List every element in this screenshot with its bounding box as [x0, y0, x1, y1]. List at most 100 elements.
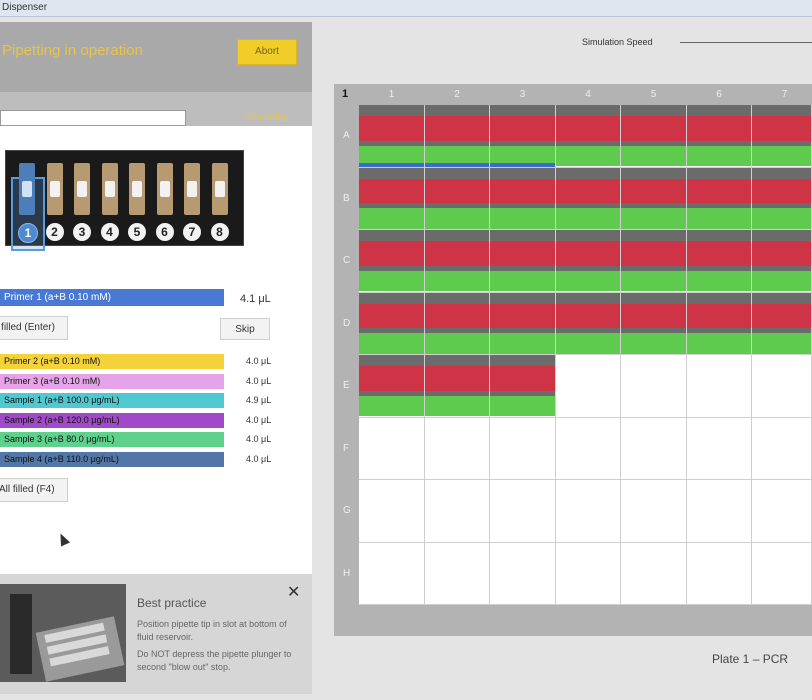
plate-well[interactable] [621, 230, 687, 293]
plate-well[interactable] [686, 167, 752, 230]
plate-well[interactable] [424, 417, 490, 480]
plate-well[interactable] [752, 167, 812, 230]
plate-well[interactable] [752, 105, 812, 168]
channel-window [49, 181, 60, 197]
plate-well[interactable] [359, 292, 425, 355]
plate-well[interactable] [686, 105, 752, 168]
plate-well[interactable] [359, 417, 425, 480]
plate-row-label: B [343, 192, 350, 204]
channel-number[interactable]: 4 [100, 223, 119, 241]
well-fill-band [752, 270, 811, 292]
channel-window [104, 181, 115, 197]
plate-well[interactable] [686, 542, 752, 605]
well-fill-band [752, 116, 811, 141]
well-filled-button[interactable]: Well filled (Enter) [0, 316, 68, 340]
plate-well[interactable] [490, 417, 556, 480]
plate-well[interactable] [490, 167, 556, 230]
well-fill-band [752, 145, 811, 167]
plate-well[interactable] [490, 480, 556, 543]
plate-well[interactable] [621, 417, 687, 480]
plate-well[interactable] [424, 480, 490, 543]
pipette-channel [181, 157, 203, 221]
pipette-channel [126, 157, 148, 221]
plate-column-label: 3 [519, 89, 526, 100]
channel-number[interactable]: 7 [183, 223, 201, 241]
plate-well[interactable] [490, 230, 556, 293]
plate-well[interactable] [359, 480, 425, 543]
skip-button[interactable]: Skip [220, 318, 270, 340]
plate-row-label: C [343, 255, 351, 267]
plate-well[interactable] [359, 230, 425, 293]
channel-number[interactable]: 6 [155, 223, 174, 241]
plate-column-label: 1 [388, 89, 395, 100]
progress-bar [0, 110, 186, 126]
plate-well[interactable] [555, 417, 621, 480]
well-fill-band [359, 366, 424, 391]
plate-well[interactable] [621, 292, 687, 355]
well-fill-band [686, 105, 751, 117]
plate-well[interactable] [490, 542, 556, 605]
well-fill-band [555, 167, 620, 179]
simulation-speed-slider[interactable] [680, 42, 812, 43]
pipette-channel [16, 157, 38, 221]
plate-well[interactable] [359, 355, 425, 418]
channel-number[interactable]: 5 [128, 223, 146, 241]
plate-well[interactable] [686, 355, 752, 418]
channel-number[interactable]: 1 [18, 223, 38, 243]
plate-well[interactable] [752, 292, 812, 355]
plate-well[interactable] [424, 542, 490, 605]
well-fill-band [359, 167, 424, 179]
plate-well[interactable] [686, 292, 752, 355]
well-fill-band [490, 230, 555, 242]
plate-well[interactable] [490, 292, 556, 355]
plate-well[interactable] [555, 292, 621, 355]
plate-well[interactable] [686, 480, 752, 543]
plate-well[interactable] [424, 167, 490, 230]
plate-well[interactable] [490, 355, 556, 418]
plate-well[interactable] [555, 105, 621, 168]
plate-well[interactable] [359, 105, 425, 168]
plate-well[interactable] [359, 542, 425, 605]
well-fill-band [621, 105, 686, 117]
well-fill-band [424, 105, 489, 117]
plate-well[interactable] [621, 480, 687, 543]
channel-number[interactable]: 2 [45, 223, 64, 241]
well-fill-band [686, 241, 751, 266]
plate-well[interactable] [686, 417, 752, 480]
plate-well[interactable] [752, 417, 812, 480]
well-fill-band [555, 333, 620, 354]
plate-well[interactable] [621, 167, 687, 230]
plate-well[interactable] [621, 542, 687, 605]
plate-well[interactable] [555, 542, 621, 605]
plate-well[interactable] [424, 230, 490, 293]
all-filled-button[interactable]: All filled (F4) [0, 478, 68, 502]
plate-well[interactable] [752, 480, 812, 543]
plate-well[interactable] [490, 105, 556, 168]
plate-well[interactable] [555, 230, 621, 293]
plate-column-label: 7 [781, 89, 788, 100]
well-fill-band [490, 292, 555, 304]
plate-well[interactable] [555, 480, 621, 543]
best-practice-title: Best practice [137, 596, 207, 610]
plate-well[interactable] [424, 105, 490, 168]
plate-well[interactable] [555, 355, 621, 418]
plate-well[interactable] [752, 355, 812, 418]
plate-well[interactable] [424, 292, 490, 355]
reagent-volume: 4.0 μL [246, 375, 272, 386]
channel-number[interactable]: 8 [210, 223, 229, 241]
close-icon[interactable]: ✕ [287, 582, 300, 602]
plate-well[interactable] [752, 542, 812, 605]
plate-well[interactable] [621, 105, 687, 168]
abort-button[interactable]: Abort [237, 39, 297, 65]
well-fill-band [621, 303, 686, 329]
plate-well[interactable] [752, 230, 812, 293]
plate-well[interactable] [424, 355, 490, 418]
plate-well[interactable] [686, 230, 752, 293]
plate-row-label: G [343, 505, 351, 517]
plate-well[interactable] [555, 167, 621, 230]
plate-row-label: A [343, 130, 350, 142]
plate-well[interactable] [359, 167, 425, 230]
plate-well[interactable] [621, 355, 687, 418]
well-fill-band [490, 116, 555, 141]
channel-number[interactable]: 3 [73, 223, 91, 241]
